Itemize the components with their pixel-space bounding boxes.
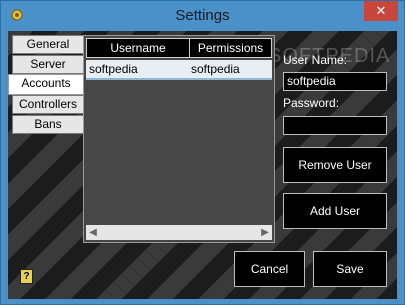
cell-username: softpedia (89, 62, 138, 76)
password-field[interactable] (283, 116, 387, 135)
column-header-username[interactable]: Username (86, 38, 190, 58)
tab-general[interactable]: General (12, 35, 84, 54)
tab-accounts[interactable]: Accounts (8, 74, 84, 95)
client-area: SOFTPEDIA General Server Accounts Contro… (8, 31, 397, 299)
horizontal-scrollbar[interactable]: ◀ ▶ (86, 225, 272, 240)
remove-user-button[interactable]: Remove User (283, 147, 387, 183)
save-button[interactable]: Save (313, 251, 387, 287)
username-field[interactable]: softpedia (283, 72, 387, 91)
help-icon[interactable]: ? (20, 269, 33, 284)
window-title: Settings (175, 7, 230, 24)
users-list[interactable]: Username Permissions softpedia softpedia… (83, 35, 275, 243)
column-header-permissions[interactable]: Permissions (189, 38, 272, 58)
table-row[interactable]: softpedia softpedia (86, 60, 272, 80)
cell-permissions: softpedia (191, 62, 240, 76)
username-label: User Name: (283, 53, 348, 67)
title-bar: Settings ✕ (1, 1, 404, 31)
scroll-left-icon[interactable]: ◀ (86, 225, 100, 240)
password-label: Password: (283, 96, 340, 110)
close-button[interactable]: ✕ (364, 1, 398, 21)
settings-window: Settings ✕ SOFTPEDIA General Server Acco… (0, 0, 405, 305)
cancel-button[interactable]: Cancel (234, 251, 305, 287)
tab-bans[interactable]: Bans (12, 115, 84, 134)
scroll-right-icon[interactable]: ▶ (258, 225, 272, 240)
tab-controllers[interactable]: Controllers (12, 95, 84, 114)
tab-server[interactable]: Server (12, 55, 84, 74)
add-user-button[interactable]: Add User (283, 193, 387, 229)
